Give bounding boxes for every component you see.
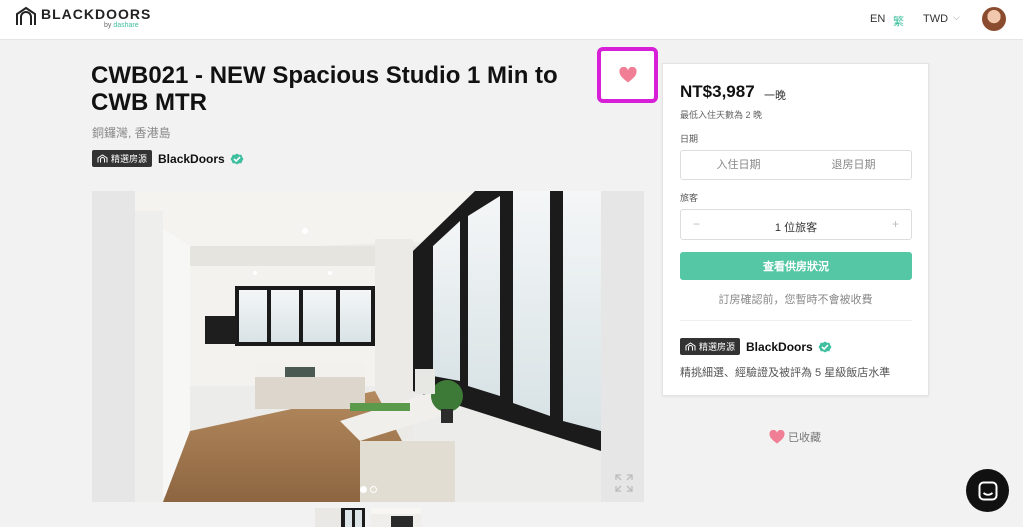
verified-check-icon	[818, 341, 832, 352]
house-logo-icon	[16, 6, 36, 25]
house-badge-icon	[685, 342, 696, 351]
nightly-price: NT$3,987	[680, 82, 755, 101]
checkin-date-field[interactable]: 入住日期	[681, 151, 796, 179]
photo-thumbnail-1[interactable]	[315, 508, 365, 527]
gallery-pagination	[360, 486, 380, 493]
chat-button[interactable]	[966, 469, 1009, 512]
photo-gallery[interactable]	[92, 191, 644, 502]
minimum-stay: 最低入住天數為 2 晚	[680, 110, 763, 120]
check-availability-button[interactable]: 查看供房狀況	[680, 252, 912, 280]
date-picker: 入住日期 退房日期	[680, 150, 912, 180]
heart-icon	[769, 430, 785, 444]
saved-indicator[interactable]: 已收藏	[769, 429, 821, 445]
host-description: 精挑細選、經驗證及被評為 5 星級飯店水準	[680, 367, 891, 379]
guest-count: 1 位旅客	[774, 222, 818, 234]
pagination-dot-active[interactable]	[360, 486, 367, 493]
photo-thumbnail-2[interactable]	[371, 508, 421, 527]
host-name[interactable]: BlackDoors	[746, 340, 813, 354]
saved-label: 已收藏	[788, 432, 821, 444]
booking-panel: NT$3,987 一晚 最低入住天數為 2 晚 日期 入住日期 退房日期 旅客 …	[662, 63, 929, 396]
featured-badge: 精選房源	[680, 338, 741, 355]
fullscreen-expand-icon[interactable]	[615, 474, 633, 492]
language-traditional-chinese[interactable]: 繁	[893, 13, 904, 29]
room-photo-image	[135, 191, 601, 502]
verified-check-icon	[230, 153, 244, 164]
blackdoors-logo[interactable]: BLACKDOORS by dashare	[15, 6, 151, 30]
guests-label: 旅客	[680, 193, 699, 203]
top-header: BLACKDOORS by dashare EN 繁 TWD ⌵	[0, 0, 1023, 40]
checkout-date-field[interactable]: 退房日期	[796, 151, 911, 179]
logo-tagline: by dashare	[104, 22, 139, 29]
favorite-button[interactable]	[597, 47, 658, 103]
currency-selector[interactable]: TWD	[923, 13, 948, 25]
listing-location: 銅鑼灣, 香港島	[92, 126, 171, 140]
chevron-down-icon[interactable]: ⌵	[953, 12, 960, 23]
panel-host-row: 精選房源 BlackDoors	[680, 338, 832, 355]
listing-photo[interactable]	[135, 191, 601, 502]
house-badge-icon	[97, 154, 108, 163]
listing-host-row: 精選房源 BlackDoors	[92, 150, 244, 167]
heart-icon	[618, 67, 637, 83]
no-charge-note: 訂房確認前，您暫時不會被收費	[718, 294, 873, 306]
language-en[interactable]: EN	[870, 13, 885, 25]
pagination-dot[interactable]	[370, 486, 377, 493]
user-avatar[interactable]	[982, 7, 1006, 31]
host-name[interactable]: BlackDoors	[158, 152, 225, 166]
price-unit: 一晚	[764, 90, 786, 102]
date-label: 日期	[680, 134, 699, 144]
listing-title: CWB021 - NEW Spacious Studio 1 Min to CW…	[91, 62, 558, 116]
featured-badge: 精選房源	[92, 150, 153, 167]
chat-icon	[978, 481, 997, 500]
logo-wordmark: BLACKDOORS	[41, 6, 152, 22]
divider	[680, 320, 912, 321]
guest-stepper: 1 位旅客 − +	[680, 209, 912, 240]
minus-icon[interactable]: −	[693, 217, 700, 231]
plus-icon[interactable]: +	[892, 217, 899, 231]
